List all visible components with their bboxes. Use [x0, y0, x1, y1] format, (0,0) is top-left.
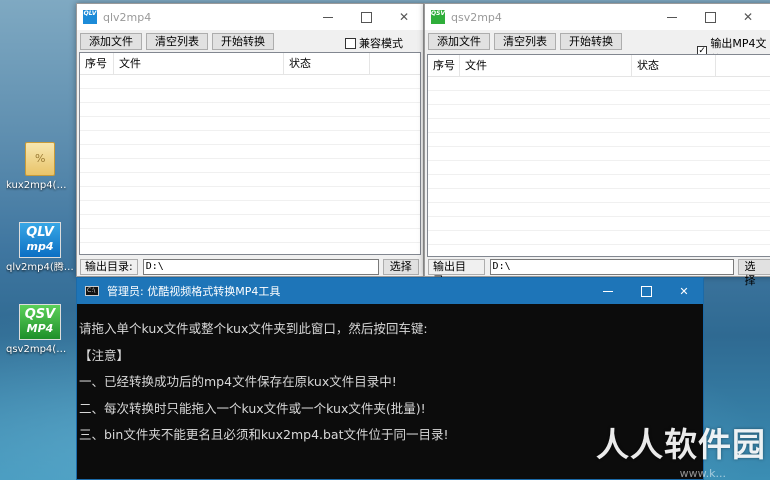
close-icon[interactable]: ✕ — [385, 4, 423, 30]
window-controls: ✕ — [653, 4, 767, 30]
desktop-icon-label: kux2mp4(优酷视频格式... — [6, 180, 74, 191]
qsv2mp4-window: QSV qsv2mp4 ✕ 添加文件 清空列表 开始转换 ✓ 输出MP4文件 序… — [424, 3, 770, 287]
maximize-icon[interactable] — [347, 4, 385, 30]
watermark-url: www.k... — [679, 467, 726, 480]
checkbox-label: 兼容模式 — [359, 37, 403, 50]
console-line: 【注意】 — [79, 347, 130, 363]
maximize-icon[interactable] — [691, 4, 729, 30]
desktop-icon-qsv2mp4[interactable]: QSV MP4 qsv2mp4(爱奇艺视频格... — [6, 304, 74, 356]
output-dir-label: 输出目录: — [80, 259, 138, 275]
qlv2mp4-window: QLV qlv2mp4 ✕ 添加文件 清空列表 开始转换 兼容模式 序号 文件 … — [76, 3, 424, 277]
console-line: 一、已经转换成功后的mp4文件保存在原kux文件目录中! — [79, 374, 397, 389]
column-header-index[interactable]: 序号 — [428, 55, 460, 76]
clear-list-button[interactable]: 清空列表 — [146, 32, 208, 50]
window-controls: ✕ — [309, 4, 423, 30]
output-dir-label: 输出目录: — [428, 259, 485, 287]
output-dir-input[interactable]: D:\ — [489, 259, 734, 275]
titlebar[interactable]: QLV qlv2mp4 ✕ — [77, 4, 423, 30]
folder-icon — [25, 142, 55, 176]
desktop-icon-label: qsv2mp4(爱奇艺视频格... — [6, 344, 74, 355]
column-header-index[interactable]: 序号 — [80, 53, 114, 74]
desktop: kux2mp4(优酷视频格式... QLV mp4 qlv2mp4(腾讯视频格.… — [0, 0, 770, 480]
desktop-icon-kux2mp4[interactable]: kux2mp4(优酷视频格式... — [6, 142, 74, 192]
list-body — [428, 77, 770, 256]
clear-list-button[interactable]: 清空列表 — [494, 32, 556, 50]
list-header: 序号 文件 状态 — [428, 55, 770, 77]
column-header-status[interactable]: 状态 — [284, 53, 370, 74]
icon-badge-bottom: MP4 — [26, 322, 54, 335]
minimize-icon[interactable] — [653, 4, 691, 30]
output-row: 输出目录: D:\ 选择 — [425, 257, 770, 287]
start-convert-button[interactable]: 开始转换 — [212, 32, 274, 50]
start-convert-button[interactable]: 开始转换 — [560, 32, 622, 50]
output-dir-input[interactable]: D:\ — [142, 259, 379, 275]
list-body — [80, 75, 420, 254]
icon-badge-top: QLV — [26, 225, 54, 240]
window-title: qlv2mp4 — [103, 10, 152, 24]
add-file-button[interactable]: 添加文件 — [428, 32, 490, 50]
desktop-icon-qlv2mp4[interactable]: QLV mp4 qlv2mp4(腾讯视频格... — [6, 222, 74, 274]
file-list[interactable]: 序号 文件 状态 — [427, 54, 770, 257]
console-titlebar[interactable]: C:\ 管理员: 优酷视频格式转换MP4工具 ✕ — [77, 278, 703, 304]
qlv-app-icon: QLV mp4 — [19, 222, 61, 258]
column-header-status[interactable]: 状态 — [632, 55, 716, 76]
icon-badge-top: QSV — [24, 307, 56, 322]
column-header-file[interactable]: 文件 — [114, 53, 284, 74]
minimize-icon[interactable] — [589, 278, 627, 304]
window-controls: ✕ — [589, 278, 703, 304]
toolbar: 添加文件 清空列表 开始转换 兼容模式 — [77, 30, 423, 52]
app-icon: QLV — [83, 10, 97, 24]
icon-badge-bottom: mp4 — [26, 240, 54, 253]
console-title: 管理员: 优酷视频格式转换MP4工具 — [107, 285, 281, 298]
maximize-icon[interactable] — [627, 278, 665, 304]
browse-button[interactable]: 选择 — [737, 259, 770, 287]
close-icon[interactable]: ✕ — [729, 4, 767, 30]
window-title: qsv2mp4 — [451, 10, 502, 24]
desktop-icon-label: qlv2mp4(腾讯视频格... — [6, 262, 74, 273]
toolbar: 添加文件 清空列表 开始转换 ✓ 输出MP4文件 — [425, 30, 770, 66]
output-row: 输出目录: D:\ 选择 — [77, 257, 423, 277]
checkbox-box[interactable] — [345, 37, 356, 49]
compat-mode-checkbox[interactable]: 兼容模式 — [345, 35, 403, 51]
watermark-logo: 人人软件园 — [596, 425, 766, 464]
browse-button[interactable]: 选择 — [382, 259, 419, 275]
add-file-button[interactable]: 添加文件 — [80, 32, 142, 50]
file-list[interactable]: 序号 文件 状态 — [79, 52, 421, 255]
close-icon[interactable]: ✕ — [665, 278, 703, 304]
list-header: 序号 文件 状态 — [80, 53, 420, 75]
titlebar[interactable]: QSV qsv2mp4 ✕ — [425, 4, 770, 30]
app-icon: QSV — [431, 10, 445, 24]
minimize-icon[interactable] — [309, 4, 347, 30]
qsv-app-icon: QSV MP4 — [19, 304, 61, 340]
console-line: 请拖入单个kux文件或整个kux文件夹到此窗口，然后按回车键: — [79, 321, 428, 336]
column-header-file[interactable]: 文件 — [460, 55, 632, 76]
console-icon: C:\ — [85, 286, 99, 296]
